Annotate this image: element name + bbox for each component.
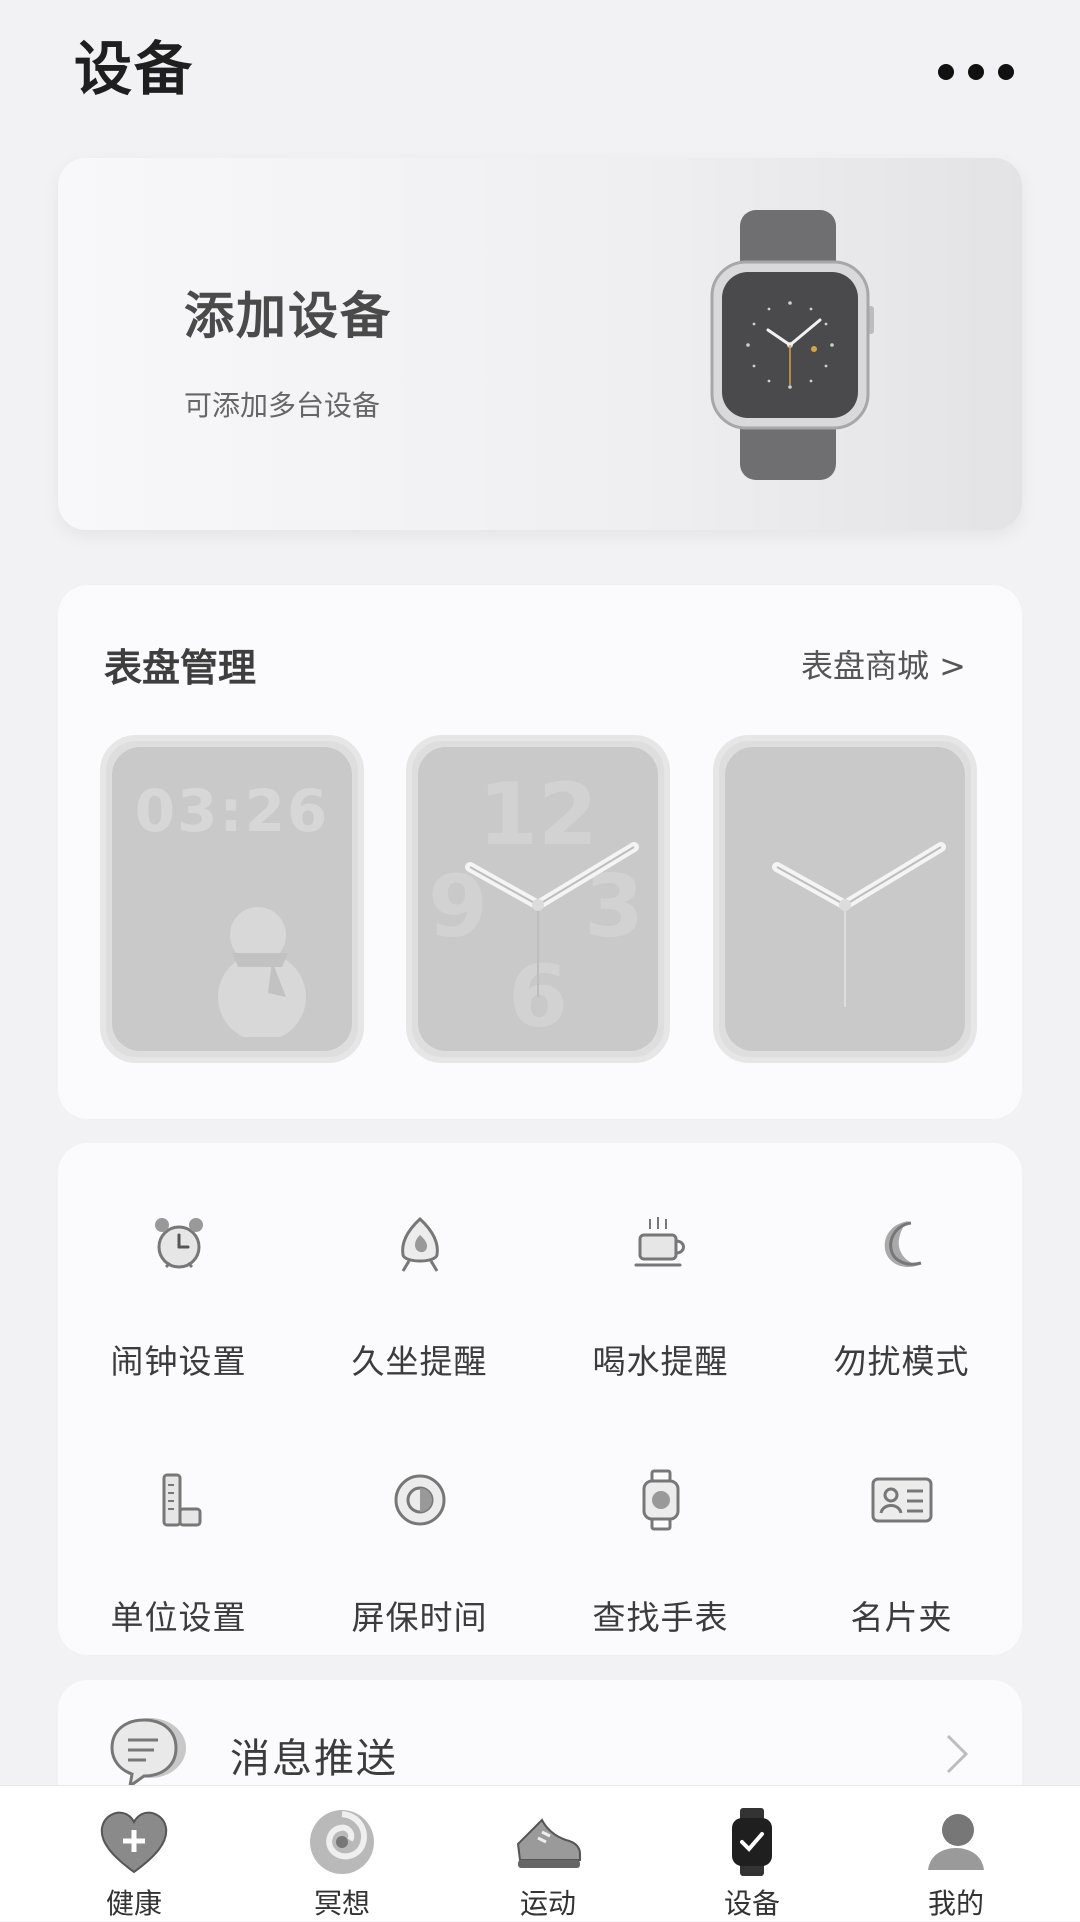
unit-settings-item[interactable]: 单位设置	[58, 1429, 299, 1649]
business-card-icon	[871, 1477, 933, 1523]
nav-item-meditation[interactable]: 冥想	[234, 1786, 450, 1921]
function-label: 闹钟设置	[110, 1342, 247, 1381]
swirl-icon	[310, 1810, 374, 1874]
nav-item-health[interactable]: 健康	[26, 1786, 242, 1921]
bottom-navigation: 健康 冥想 运动 设备 我的	[0, 1785, 1080, 1921]
function-label: 查找手表	[592, 1598, 729, 1637]
message-push-label: 消息推送	[230, 1736, 398, 1782]
heart-plus-icon	[100, 1811, 168, 1874]
sedentary-reminder-item[interactable]: 久坐提醒	[299, 1173, 540, 1393]
watch-icon	[642, 1469, 680, 1531]
screensaver-time-item[interactable]: 屏保时间	[299, 1429, 540, 1649]
nav-item-device[interactable]: 设备	[644, 1786, 860, 1921]
smartwatch-image	[710, 210, 874, 480]
function-label: 名片夹	[850, 1598, 953, 1637]
function-label: 喝水提醒	[592, 1342, 729, 1381]
alarm-settings-item[interactable]: 闹钟设置	[58, 1173, 299, 1393]
watch-face-title: 表盘管理	[104, 646, 257, 690]
business-card-item[interactable]: 名片夹	[781, 1429, 1022, 1649]
chevron-right-icon	[946, 1734, 969, 1774]
clock-hands-icon	[465, 842, 639, 997]
page-title: 设备	[74, 35, 195, 103]
analog-numerals-face[interactable]: 12 3 6 9	[406, 735, 670, 1063]
coffee-cup-icon	[634, 1217, 685, 1267]
brightness-icon	[394, 1474, 446, 1526]
clock-hands-icon	[772, 842, 946, 1007]
ruler-icon	[162, 1473, 202, 1527]
face-time-text: 03:26	[134, 777, 330, 845]
sedentary-reminder-icon	[401, 1216, 439, 1272]
add-device-card[interactable]: 添加设备 可添加多台设备	[58, 158, 1022, 530]
do-not-disturb-item[interactable]: 勿扰模式	[781, 1173, 1022, 1393]
nav-label: 冥想	[313, 1887, 370, 1920]
nav-label: 健康	[105, 1887, 162, 1920]
analog-minimal-face[interactable]	[713, 735, 977, 1063]
more-button[interactable]	[938, 52, 1048, 92]
more-dots-icon	[938, 64, 954, 80]
function-label: 久坐提醒	[351, 1342, 488, 1381]
find-watch-item[interactable]: 查找手表	[540, 1429, 781, 1649]
sneaker-icon	[516, 1818, 581, 1868]
add-device-subtitle: 可添加多台设备	[184, 389, 381, 422]
nav-label: 运动	[519, 1887, 576, 1920]
moon-icon	[884, 1221, 922, 1268]
snowman-icon	[218, 907, 306, 1037]
function-label: 勿扰模式	[833, 1342, 970, 1381]
nav-label: 我的	[927, 1887, 984, 1920]
nav-label: 设备	[723, 1887, 780, 1920]
drink-water-reminder-item[interactable]: 喝水提醒	[540, 1173, 781, 1393]
chat-bubble-icon	[110, 1718, 186, 1790]
alarm-clock-icon	[155, 1218, 203, 1269]
user-icon	[928, 1814, 984, 1870]
nav-item-sport[interactable]: 运动	[440, 1786, 656, 1921]
function-grid-card: 闹钟设置 久坐提醒 喝水提醒 勿扰模式 单位设置 屏保时间 查找手表 名片夹	[58, 1143, 1022, 1655]
function-label: 屏保时间	[351, 1598, 488, 1637]
add-device-title: 添加设备	[184, 287, 392, 345]
nav-item-mine[interactable]: 我的	[848, 1786, 1064, 1921]
watch-face-store-link[interactable]: 表盘商城 >	[801, 641, 966, 687]
watch-icon	[732, 1808, 772, 1876]
watch-face-card: 表盘管理 表盘商城 > 03:26 12 3 6 9	[58, 585, 1022, 1119]
digital-snowman-face[interactable]: 03:26	[100, 735, 364, 1063]
function-label: 单位设置	[110, 1598, 247, 1637]
